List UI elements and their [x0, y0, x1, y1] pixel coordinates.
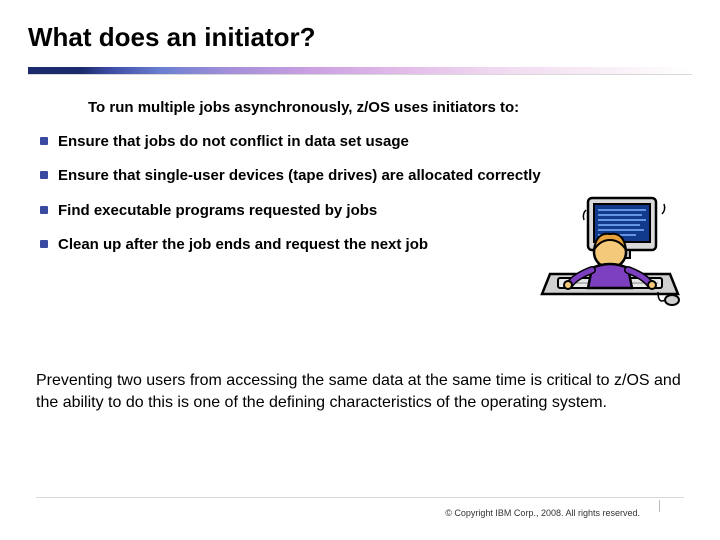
closing-paragraph: Preventing two users from accessing the …	[36, 370, 684, 413]
computer-user-clipart-icon	[540, 192, 680, 322]
bullet-item: Ensure that single-user devices (tape dr…	[36, 166, 684, 186]
slide-title: What does an initiator?	[28, 22, 692, 53]
intro-text: To run multiple jobs asynchronously, z/O…	[88, 99, 684, 116]
title-underline	[28, 67, 692, 75]
copyright-text: © Copyright IBM Corp., 2008. All rights …	[445, 508, 640, 518]
bullet-item: Ensure that jobs do not conflict in data…	[36, 132, 684, 152]
footer-tick	[659, 500, 660, 512]
title-area: What does an initiator?	[0, 0, 720, 59]
footer-divider	[36, 497, 684, 498]
